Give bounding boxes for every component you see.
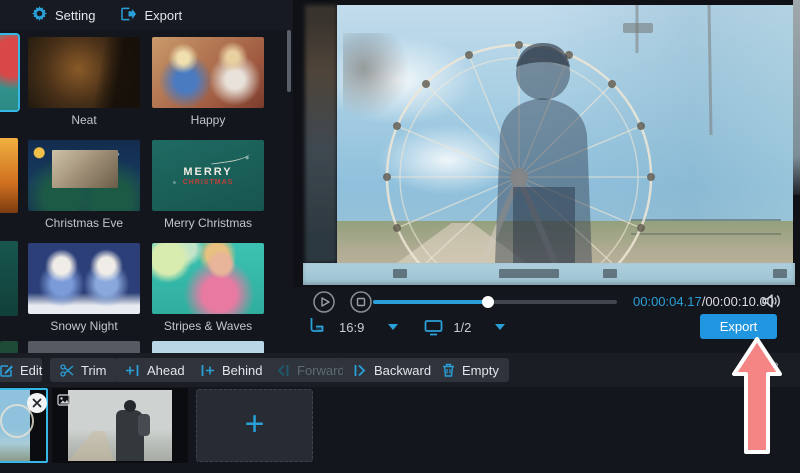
trim-label: Trim	[81, 363, 107, 378]
seek-slider[interactable]	[373, 296, 617, 308]
theme-inner-photo	[52, 150, 118, 188]
theme-label: Snowy Night	[28, 319, 140, 333]
theme-label: Merry Christmas	[152, 216, 264, 230]
theme-thumb-snowy-night[interactable]	[28, 243, 140, 314]
export-button[interactable]: Export	[700, 314, 777, 339]
video-bottom-strip	[303, 263, 795, 285]
merry-overlay-text: MERRY	[152, 166, 264, 178]
merry-overlay-text-2: CHRISTMAS	[152, 179, 264, 186]
figure-head-graphic	[124, 400, 136, 412]
screen-dropdown[interactable]	[495, 324, 505, 330]
screen-value: 1/2	[453, 320, 471, 335]
band-detail	[393, 269, 407, 278]
export-icon	[121, 7, 136, 24]
edit-button[interactable]: Edit	[0, 358, 42, 382]
empty-label: Empty	[462, 363, 499, 378]
gear-icon	[32, 6, 47, 24]
edit-toolbar: Edit Trim Ahead Behind Forward	[0, 353, 800, 387]
insert-behind-icon	[200, 364, 215, 377]
backward-button[interactable]: Backward	[343, 358, 441, 382]
move-backward-icon	[353, 364, 367, 377]
move-forward-icon	[276, 364, 290, 377]
stop-button[interactable]	[350, 291, 372, 313]
backpack-graphic	[138, 414, 150, 436]
theme-label: Stripes & Waves	[152, 319, 264, 333]
add-icon: +	[245, 407, 265, 441]
theme-thumb-partial[interactable]	[0, 241, 18, 316]
edit-label: Edit	[20, 363, 42, 378]
theme-thumb-partial[interactable]	[152, 341, 264, 353]
person-silhouette-overlay	[337, 5, 793, 263]
video-blur-edge-right	[793, 0, 800, 195]
seek-thumb[interactable]	[482, 296, 494, 308]
aspect-ratio-value: 16:9	[339, 320, 364, 335]
setting-label: Setting	[55, 8, 95, 23]
preview-options-row: 16:9 1/2	[310, 314, 505, 340]
theme-thumb-partial-selected[interactable]	[0, 35, 18, 110]
theme-thumb-stripes-waves[interactable]	[152, 243, 264, 314]
theme-thumb-partial[interactable]	[0, 341, 18, 353]
remove-clip-button[interactable]	[26, 392, 48, 414]
export-menu-button[interactable]: Export	[121, 7, 182, 24]
edit-icon	[0, 364, 13, 377]
theme-label: Christmas Eve	[28, 216, 140, 230]
theme-thumb-partial[interactable]	[28, 341, 140, 353]
sleigh-graphic	[209, 149, 250, 164]
forward-label: Forward	[297, 363, 345, 378]
aspect-ratio-icon	[310, 317, 329, 337]
setting-button[interactable]: Setting	[32, 6, 95, 24]
backward-label: Backward	[374, 363, 431, 378]
theme-label: Happy	[152, 113, 264, 127]
app-window: Setting Export Neat Happy Christmas Eve …	[0, 0, 800, 473]
timecode: 00:00:04.17/00:00:10.00	[633, 294, 774, 309]
themes-scrollbar[interactable]	[287, 30, 291, 92]
theme-thumb-merry-christmas[interactable]: MERRY CHRISTMAS	[152, 140, 264, 211]
behind-label: Behind	[222, 363, 262, 378]
toolbar-pagination: 1/2	[762, 360, 779, 374]
current-time: 00:00:04.17	[633, 294, 702, 309]
clip-thumbnail	[68, 390, 172, 461]
clip-timeline: +	[0, 387, 800, 473]
ahead-button[interactable]: Ahead	[115, 358, 195, 382]
aspect-ratio-dropdown[interactable]	[388, 324, 398, 330]
play-button[interactable]	[313, 291, 335, 313]
path-graphic	[68, 431, 114, 461]
theme-thumb-neat[interactable]	[28, 37, 140, 108]
forward-button[interactable]: Forward	[266, 358, 355, 382]
band-detail	[603, 269, 617, 278]
trim-button[interactable]: Trim	[50, 358, 117, 382]
theme-thumb-christmas-eve[interactable]	[28, 140, 140, 211]
scissors-icon	[60, 364, 74, 377]
theme-thumb-happy[interactable]	[152, 37, 264, 108]
timeline-clip[interactable]	[52, 388, 188, 463]
ahead-label: Ahead	[147, 363, 185, 378]
behind-button[interactable]: Behind	[190, 358, 272, 382]
image-type-icon	[57, 393, 71, 411]
export-menu-label: Export	[144, 8, 182, 23]
volume-button[interactable]	[761, 292, 781, 315]
screen-icon	[424, 319, 443, 336]
empty-button[interactable]: Empty	[432, 358, 509, 382]
seek-fill	[373, 300, 488, 304]
theme-thumb-partial[interactable]	[0, 138, 18, 213]
video-preview[interactable]	[337, 5, 793, 263]
band-detail	[499, 269, 559, 278]
insert-ahead-icon	[125, 364, 140, 377]
themes-panel: Neat Happy Christmas Eve MERRY CHRISTMAS…	[0, 30, 293, 353]
video-blur-edge-left	[305, 5, 337, 263]
theme-label: Neat	[28, 113, 140, 127]
trash-icon	[442, 363, 455, 377]
band-detail	[773, 269, 787, 278]
add-clip-slot[interactable]: +	[196, 389, 313, 462]
top-bar: Setting Export	[0, 0, 293, 30]
